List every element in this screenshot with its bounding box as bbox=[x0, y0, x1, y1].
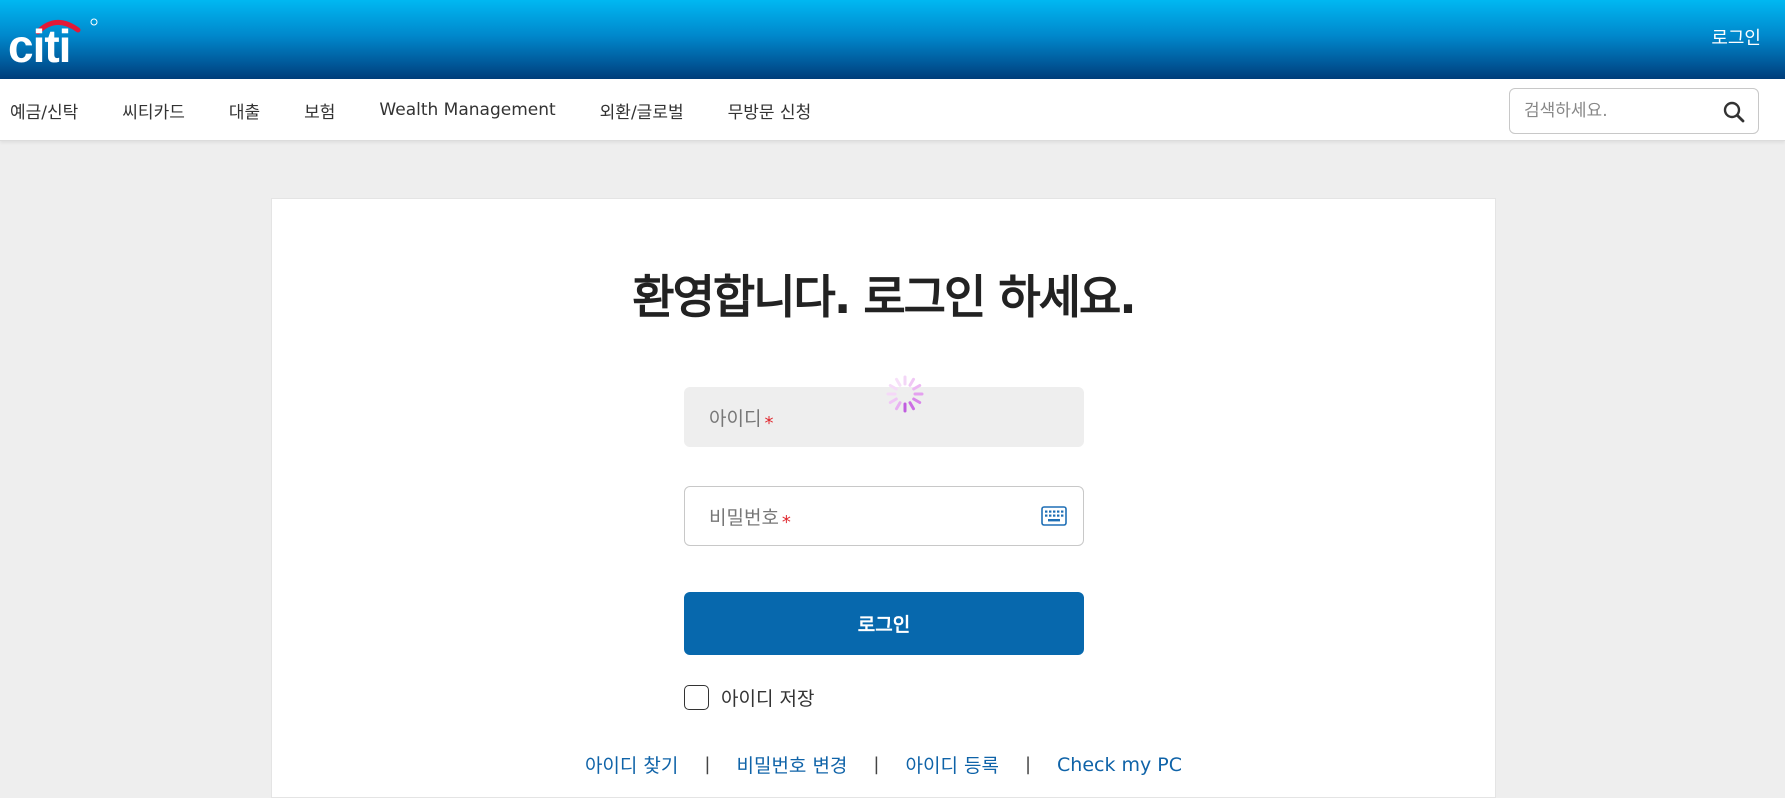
page-title: 환영합니다. 로그인 하세요. bbox=[632, 270, 1137, 324]
search-box bbox=[1509, 88, 1759, 134]
register-id-link[interactable]: 아이디 등록 bbox=[905, 751, 998, 778]
nav-item-forex-global[interactable]: 외환/글로벌 bbox=[600, 98, 684, 123]
link-divider: | bbox=[1024, 754, 1032, 775]
search-input[interactable] bbox=[1522, 89, 1712, 133]
login-card: 환영합니다. 로그인 하세요. 아이디 * 비밀번호 * 로그인 아이디 저장 … bbox=[271, 198, 1496, 798]
loading-spinner-icon bbox=[886, 375, 924, 413]
save-id-checkbox[interactable] bbox=[684, 685, 709, 710]
account-links: 아이디 찾기 | 비밀번호 변경 | 아이디 등록 | Check my PC bbox=[272, 751, 1495, 778]
keyboard-icon[interactable] bbox=[1041, 505, 1067, 527]
save-id-label[interactable]: 아이디 저장 bbox=[721, 684, 814, 711]
find-id-link[interactable]: 아이디 찾기 bbox=[585, 751, 678, 778]
search-icon[interactable] bbox=[1722, 100, 1746, 124]
header-login-link[interactable]: 로그인 bbox=[1711, 24, 1761, 50]
password-field[interactable]: 비밀번호 * bbox=[684, 486, 1084, 546]
svg-text:citi: citi bbox=[8, 20, 70, 66]
nav-item-loan[interactable]: 대출 bbox=[229, 98, 260, 123]
main-nav: 예금/신탁 씨티카드 대출 보험 Wealth Management 외환/글로… bbox=[0, 79, 1785, 141]
nav-item-card[interactable]: 씨티카드 bbox=[122, 98, 185, 123]
nav-item-deposit[interactable]: 예금/신탁 bbox=[10, 98, 78, 123]
check-my-pc-link[interactable]: Check my PC bbox=[1057, 754, 1182, 776]
login-button[interactable]: 로그인 bbox=[684, 592, 1084, 655]
save-id-option: 아이디 저장 bbox=[684, 684, 814, 711]
change-password-link[interactable]: 비밀번호 변경 bbox=[736, 751, 847, 778]
password-input[interactable] bbox=[685, 487, 1083, 545]
nav-item-remote-apply[interactable]: 무방문 신청 bbox=[728, 98, 812, 123]
link-divider: | bbox=[873, 754, 880, 775]
nav-list: 예금/신탁 씨티카드 대출 보험 Wealth Management 외환/글로… bbox=[10, 79, 855, 141]
link-divider: | bbox=[704, 754, 711, 775]
top-header: citi 로그인 bbox=[0, 0, 1785, 79]
nav-item-wealth-management[interactable]: Wealth Management bbox=[379, 100, 555, 120]
citi-logo[interactable]: citi bbox=[8, 10, 100, 66]
nav-item-insurance[interactable]: 보험 bbox=[304, 98, 335, 123]
